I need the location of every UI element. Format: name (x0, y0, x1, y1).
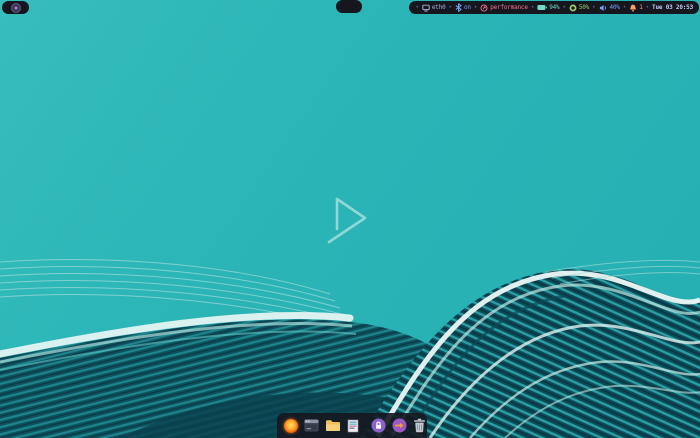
volume-widget[interactable]: 40% (599, 4, 620, 12)
arrow-right-icon (392, 418, 407, 433)
volume-label: 40% (610, 4, 620, 11)
dock-item-file-manager-app[interactable] (325, 418, 341, 434)
terminal-icon (304, 419, 319, 432)
gauge-icon (480, 4, 488, 12)
launcher-button[interactable] (2, 1, 29, 14)
separator-dot: • (646, 4, 649, 11)
dock-item-orange-orb-app[interactable] (284, 418, 298, 434)
wallpaper-waves (0, 238, 700, 438)
brightness-widget[interactable]: 50% (569, 4, 589, 12)
separator-dot: • (623, 4, 626, 11)
folder-icon (325, 419, 341, 432)
bell-icon (629, 4, 637, 12)
dock-item-trash[interactable] (413, 418, 426, 434)
orange-orb-icon (284, 419, 298, 433)
separator-dot: • (474, 4, 477, 11)
dock-item-document-viewer-app[interactable] (347, 418, 359, 434)
network-widget[interactable]: eth0 (422, 4, 446, 12)
launcher-orb-icon (11, 3, 21, 13)
top-center-widget[interactable] (336, 0, 362, 13)
battery-icon (537, 4, 547, 11)
dock-item-terminal-app[interactable] (304, 418, 319, 434)
status-bar: • eth0 • on • performance • 94% • 5 (409, 1, 699, 14)
trash-icon (413, 418, 426, 433)
battery-label: 94% (549, 4, 559, 11)
separator-dot: • (531, 4, 534, 11)
speaker-icon (599, 4, 608, 12)
document-icon (347, 419, 359, 433)
dock-item-password-lock-app[interactable] (371, 418, 386, 434)
clock-widget[interactable]: Tue 03 20:53 (652, 4, 693, 11)
lock-icon (371, 418, 386, 433)
clock-label: Tue 03 20:53 (652, 4, 693, 11)
network-label: eth0 (432, 4, 446, 11)
ring-icon (569, 4, 577, 12)
cpu-governor-widget[interactable]: performance (480, 4, 528, 12)
dock (277, 413, 427, 438)
play-triangle-watermark (322, 192, 374, 248)
dock-item-launch-arrow-app[interactable] (392, 418, 407, 434)
separator-dot: • (415, 4, 418, 11)
bluetooth-label: on (464, 4, 471, 11)
separator-dot: • (449, 4, 452, 11)
separator-dot: • (592, 4, 595, 11)
separator-dot: • (562, 4, 565, 11)
governor-label: performance (490, 4, 528, 11)
notifications-count: 1 (639, 4, 642, 11)
bluetooth-icon (455, 3, 462, 12)
brightness-label: 50% (579, 4, 589, 11)
bluetooth-widget[interactable]: on (455, 3, 471, 12)
battery-widget[interactable]: 94% (537, 4, 559, 11)
notifications-widget[interactable]: 1 (629, 4, 642, 12)
ethernet-icon (422, 4, 430, 12)
